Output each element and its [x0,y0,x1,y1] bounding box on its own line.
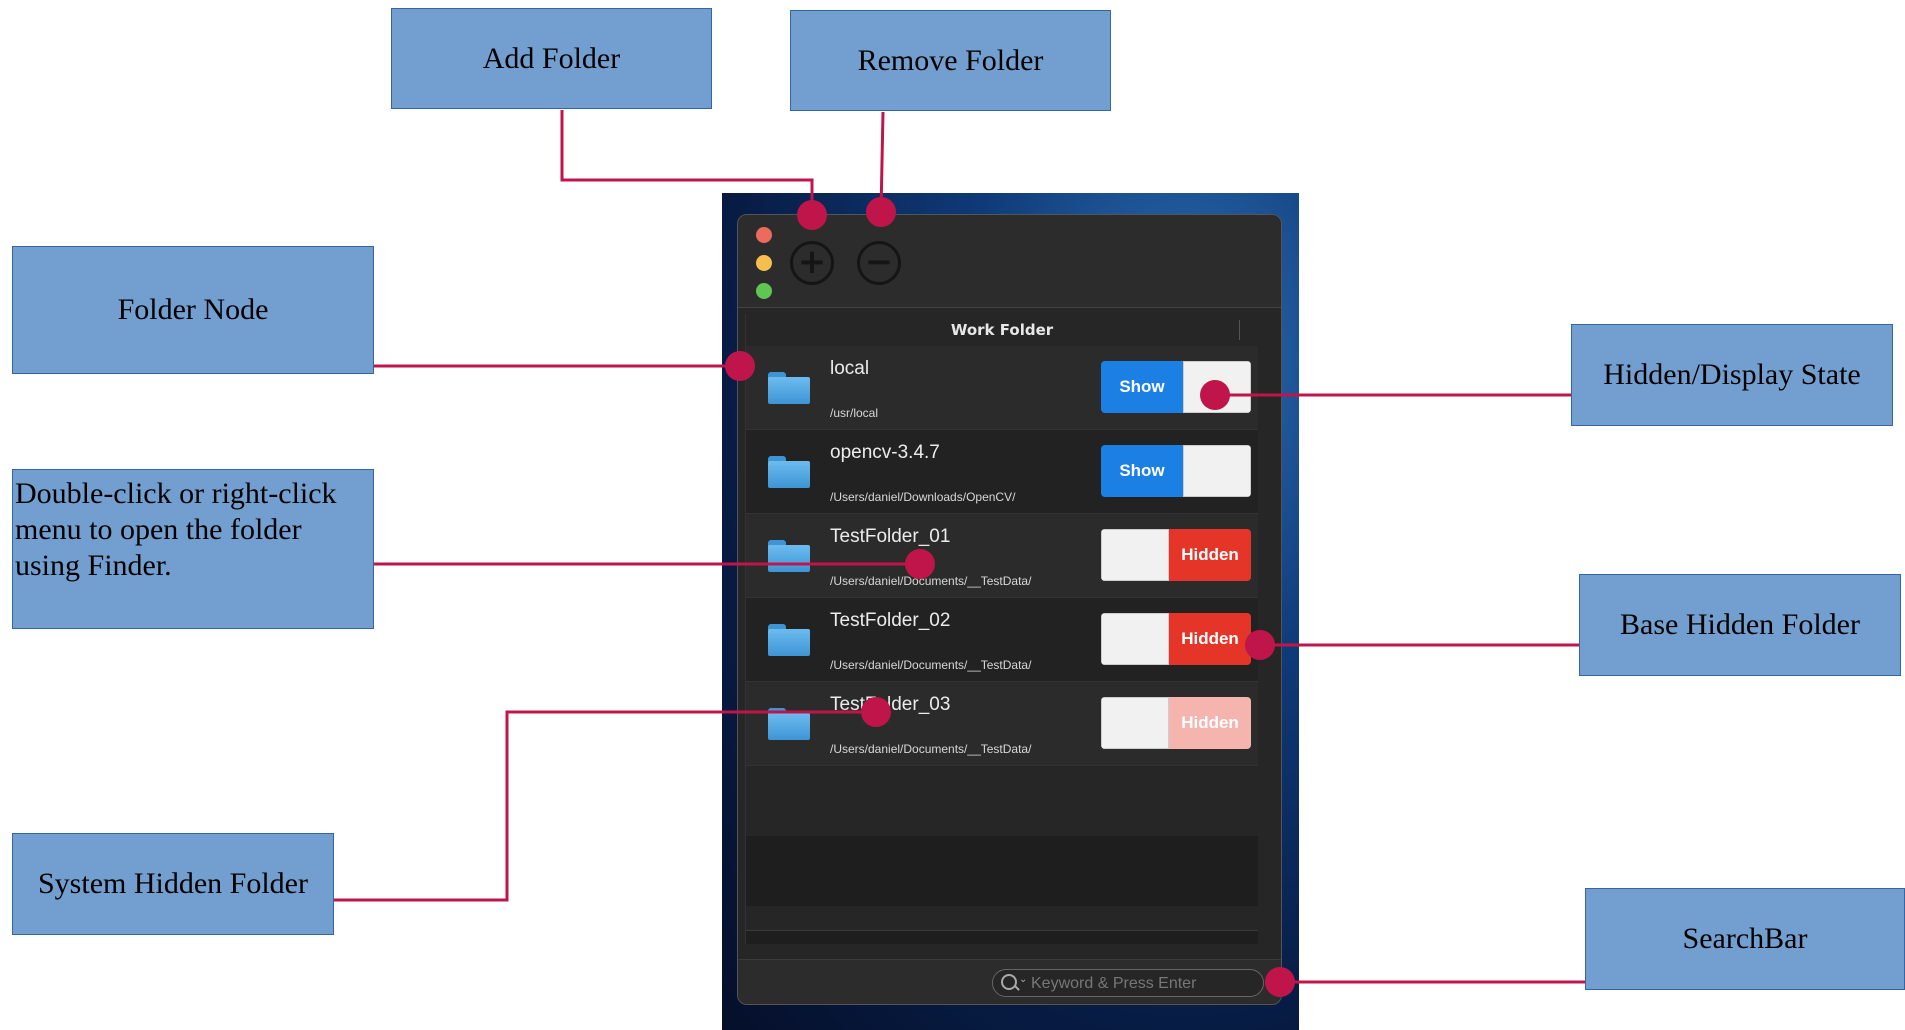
callout-system-hidden-folder-label: System Hidden Folder [38,867,308,900]
toggle-knob [1101,697,1169,749]
folder-path: /Users/daniel/Documents/__TestData/ [830,574,1032,588]
folder-name: TestFolder_01 [830,526,951,547]
callout-system-hidden-folder: System Hidden Folder [12,833,334,935]
callout-search-bar: SearchBar [1585,888,1905,990]
folder-row[interactable]: TestFolder_02 /Users/daniel/Documents/__… [746,598,1258,682]
folder-icon [768,624,810,656]
toggle-knob[interactable] [1101,529,1169,581]
visibility-toggle[interactable]: Hidden [1101,529,1251,581]
toggle-state-label: Hidden [1169,697,1251,749]
column-separator[interactable] [1239,320,1240,340]
bottom-bar: ⌄ [738,959,1281,1004]
callout-folder-node: Folder Node [12,246,374,374]
remove-folder-button[interactable]: − [857,241,901,285]
app-window: + − Work Folder local /usr/local Show op… [737,214,1282,1005]
folder-icon [768,372,810,404]
zoom-window-button[interactable] [756,283,772,299]
visibility-toggle[interactable]: Show [1101,361,1251,413]
folder-row[interactable]: TestFolder_01 /Users/daniel/Documents/__… [746,514,1258,598]
callout-search-bar-label: SearchBar [1682,922,1808,955]
callout-add-folder: Add Folder [391,8,712,109]
toggle-state-label: Hidden [1169,613,1251,665]
callout-base-hidden-folder-label: Base Hidden Folder [1620,608,1860,641]
folder-path: /Users/daniel/Documents/__TestData/ [830,742,1032,756]
callout-hidden-display-state-label: Hidden/Display State [1603,358,1861,391]
folder-name: TestFolder_03 [830,694,951,715]
empty-row [746,766,1258,837]
callout-add-folder-label: Add Folder [482,41,621,75]
search-input[interactable] [1029,972,1257,996]
folder-row[interactable]: TestFolder_03 /Users/daniel/Documents/__… [746,682,1258,766]
toggle-state-label: Show [1101,445,1183,497]
add-folder-button[interactable]: + [790,241,834,285]
search-bar[interactable]: ⌄ [992,969,1264,997]
visibility-toggle-disabled: Hidden [1101,697,1251,749]
callout-folder-node-label: Folder Node [117,293,269,326]
toggle-knob[interactable] [1183,445,1251,497]
visibility-toggle[interactable]: Hidden [1101,613,1251,665]
folder-row[interactable]: local /usr/local Show [746,346,1258,430]
callout-hidden-display-state: Hidden/Display State [1571,324,1893,426]
folder-icon [768,708,810,740]
folder-path: /Users/daniel/Documents/__TestData/ [830,658,1032,672]
column-header-label: Work Folder [950,321,1054,339]
close-window-button[interactable] [756,227,772,243]
folder-name: local [830,358,870,379]
callout-double-click-line3: using Finder. [15,549,172,582]
folder-list: Work Folder local /usr/local Show opencv… [745,314,1258,944]
callout-base-hidden-folder: Base Hidden Folder [1579,574,1901,676]
callout-remove-folder: Remove Folder [790,10,1111,111]
search-icon[interactable] [1001,974,1017,990]
folder-icon [768,540,810,572]
folder-icon [768,456,810,488]
callout-double-click-line2: menu to open the folder [15,513,302,546]
toggle-state-label: Show [1101,361,1183,413]
chevron-down-icon[interactable]: ⌄ [1019,974,1027,985]
folder-row[interactable]: opencv-3.4.7 /Users/daniel/Downloads/Ope… [746,430,1258,514]
minimize-window-button[interactable] [756,255,772,271]
toggle-state-label: Hidden [1169,529,1251,581]
folder-name: TestFolder_02 [830,610,951,631]
minus-icon: − [864,242,894,282]
visibility-toggle[interactable]: Show [1101,445,1251,497]
empty-row [746,836,1258,907]
window-toolbar: + − [738,215,1281,308]
callout-double-click-line1: Double-click or right-click [15,477,337,510]
toggle-knob[interactable] [1101,613,1169,665]
folder-path: /Users/daniel/Downloads/OpenCV/ [830,490,1016,504]
folder-path: /usr/local [830,406,879,420]
empty-row [746,906,1258,931]
folder-name: opencv-3.4.7 [830,442,940,463]
toggle-knob[interactable] [1183,361,1251,413]
callout-remove-folder-label: Remove Folder [857,43,1044,77]
callout-double-click: Double-click or right-click menu to open… [12,469,374,629]
column-header-work-folder[interactable]: Work Folder [746,314,1258,347]
plus-icon: + [797,242,827,282]
